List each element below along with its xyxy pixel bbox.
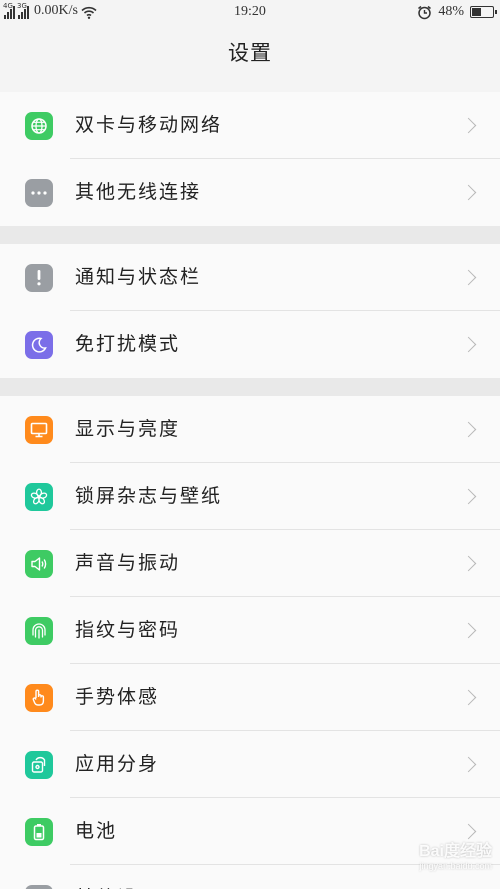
moon-icon	[25, 330, 53, 359]
chevron-right-icon	[460, 421, 477, 437]
chevron-right-icon	[460, 622, 477, 638]
chevron-right-icon	[460, 689, 477, 705]
settings-item-label: 显示与亮度	[75, 418, 181, 440]
settings-item-label: 其他设置	[75, 865, 159, 889]
settings-item[interactable]: 手势体感	[0, 664, 500, 731]
more-dots-icon	[25, 178, 53, 207]
chevron-right-icon	[460, 488, 477, 504]
section-separator	[0, 378, 500, 396]
settings-item[interactable]: 其他无线连接	[0, 159, 500, 226]
exclamation-icon	[25, 263, 53, 292]
settings-item-label: 免打扰模式	[75, 333, 181, 355]
hand-gesture-icon	[25, 683, 53, 712]
settings-group: 显示与亮度锁屏杂志与壁纸声音与振动指纹与密码手势体感应用分身电池其他设置	[0, 396, 500, 889]
chevron-right-icon	[460, 117, 477, 133]
settings-item[interactable]: 免打扰模式	[0, 311, 500, 378]
battery-percent: 48%	[438, 4, 464, 19]
settings-item[interactable]: 应用分身	[0, 731, 500, 798]
settings-item-label: 其他无线连接	[75, 181, 202, 203]
battery-status-icon	[470, 6, 497, 18]
chevron-right-icon	[460, 756, 477, 772]
settings-group: 双卡与移动网络 其他无线连接	[0, 92, 500, 226]
battery-icon	[25, 817, 53, 846]
settings-screen: 4G 3G 0.00K/s 19:20 48% 设置 双卡与移动网络 其他无线连…	[0, 0, 500, 889]
settings-item[interactable]: 显示与亮度	[0, 396, 500, 463]
settings-item-label: 双卡与移动网络	[75, 114, 223, 136]
settings-item-label: 应用分身	[75, 753, 160, 775]
watermark: Bai度经验 jingyan.baidu.com	[419, 837, 492, 871]
settings-item[interactable]: 声音与振动	[0, 530, 500, 597]
watermark-logo: Bai度经验	[419, 843, 492, 860]
settings-item[interactable]: 通知与状态栏	[0, 244, 500, 311]
settings-item[interactable]: 双卡与移动网络	[0, 92, 500, 159]
section-separator	[0, 226, 500, 244]
settings-item-label: 声音与振动	[75, 552, 181, 574]
settings-item-label: 锁屏杂志与壁纸	[75, 485, 223, 507]
settings-item[interactable]: 指纹与密码	[0, 597, 500, 664]
flower-icon	[25, 482, 53, 511]
settings-item[interactable]: 锁屏杂志与壁纸	[0, 463, 500, 530]
settings-item-label: 指纹与密码	[75, 619, 181, 641]
settings-item-label: 电池	[75, 820, 118, 842]
chevron-right-icon	[460, 184, 477, 200]
chevron-right-icon	[460, 336, 477, 352]
status-bar: 4G 3G 0.00K/s 19:20 48%	[0, 0, 500, 26]
settings-item-label: 通知与状态栏	[75, 266, 202, 288]
page-title: 设置	[228, 41, 272, 65]
settings-list: 双卡与移动网络 其他无线连接 通知与状态栏 免打扰模式 显示与亮度 锁屏杂志与壁纸 声音与振…	[0, 92, 500, 889]
chevron-right-icon	[460, 555, 477, 571]
watermark-url: jingyan.baidu.com	[419, 861, 492, 871]
fingerprint-icon	[25, 616, 53, 645]
settings-group: 通知与状态栏 免打扰模式	[0, 244, 500, 378]
monitor-icon	[25, 415, 53, 444]
alarm-icon	[418, 5, 432, 19]
settings-icon	[25, 884, 53, 889]
speaker-icon	[25, 549, 53, 578]
settings-item-label: 手势体感	[75, 686, 160, 708]
globe-icon	[25, 111, 53, 140]
app-clone-icon	[25, 750, 53, 779]
chevron-right-icon	[460, 269, 477, 285]
